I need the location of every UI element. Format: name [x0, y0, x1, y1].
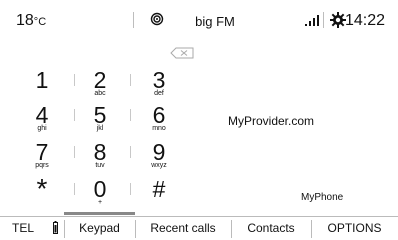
- key-digit: #: [152, 176, 166, 202]
- tab-contacts[interactable]: Contacts: [231, 221, 311, 235]
- key-hash[interactable]: #: [139, 176, 179, 202]
- active-tab-indicator: [64, 212, 135, 215]
- key-5[interactable]: 5 jkl: [80, 103, 120, 133]
- key-digit: 1: [35, 67, 49, 93]
- phone-name: MyPhone: [301, 192, 344, 203]
- key-digit: 0: [93, 176, 107, 202]
- radio-station-name[interactable]: big FM: [180, 14, 250, 29]
- status-divider: [323, 12, 324, 28]
- key-letters: ghi: [37, 125, 47, 132]
- backspace-icon[interactable]: [170, 47, 194, 59]
- key-letters: mno: [152, 125, 166, 132]
- key-digit: 3: [152, 67, 166, 93]
- key-letters: abc: [94, 90, 106, 97]
- key-digit: 5: [93, 102, 107, 128]
- key-digit: 2: [93, 67, 107, 93]
- key-letters: tuv: [95, 162, 105, 169]
- phone-battery-icon: [53, 221, 58, 234]
- status-bar: 18°C big FM 14:22: [0, 0, 398, 40]
- gear-icon[interactable]: [330, 12, 346, 28]
- key-star[interactable]: *: [22, 173, 62, 204]
- key-letters: jkl: [96, 125, 104, 132]
- temperature-value: 18: [16, 12, 34, 29]
- tab-keypad[interactable]: Keypad: [64, 221, 135, 235]
- key-separator: [130, 74, 131, 86]
- key-0[interactable]: 0 +: [80, 177, 120, 207]
- key-digit: 7: [35, 139, 49, 165]
- key-8[interactable]: 8 tuv: [80, 140, 120, 170]
- radio-source-icon[interactable]: [150, 12, 164, 26]
- temperature-unit: °C: [33, 16, 47, 28]
- key-1[interactable]: 1: [22, 67, 62, 93]
- provider-name: MyProvider.com: [228, 114, 315, 128]
- tab-recent-calls[interactable]: Recent calls: [135, 221, 231, 235]
- tab-options[interactable]: OPTIONS: [311, 221, 398, 235]
- key-separator: [74, 74, 75, 86]
- tab-tel[interactable]: TEL: [12, 221, 34, 235]
- key-6[interactable]: 6 mno: [139, 103, 179, 133]
- temperature-display[interactable]: 18°C: [16, 12, 46, 30]
- key-digit: 8: [93, 139, 107, 165]
- key-separator: [74, 146, 75, 158]
- key-letters: +: [97, 199, 103, 206]
- key-separator: [74, 109, 75, 121]
- key-3[interactable]: 3 def: [139, 68, 179, 98]
- key-letters: wxyz: [151, 162, 167, 169]
- key-separator: [74, 183, 75, 195]
- key-separator: [130, 183, 131, 195]
- key-separator: [130, 109, 131, 121]
- key-digit: 9: [152, 139, 166, 165]
- key-7[interactable]: 7 pqrs: [22, 140, 62, 170]
- key-9[interactable]: 9 wxyz: [139, 140, 179, 170]
- key-digit: 4: [35, 102, 49, 128]
- key-4[interactable]: 4 ghi: [22, 103, 62, 133]
- signal-strength-icon: [305, 15, 319, 26]
- key-digit: 6: [152, 102, 166, 128]
- key-letters: pqrs: [35, 162, 49, 169]
- status-divider: [133, 12, 134, 28]
- clock: 14:22: [345, 12, 386, 29]
- key-digit: *: [36, 173, 48, 204]
- key-separator: [130, 146, 131, 158]
- key-2[interactable]: 2 abc: [80, 68, 120, 98]
- phone-screen: 18°C big FM 14:22 1 2 abc 3 def 4 ghi 5 …: [0, 0, 398, 240]
- key-letters: def: [154, 90, 164, 97]
